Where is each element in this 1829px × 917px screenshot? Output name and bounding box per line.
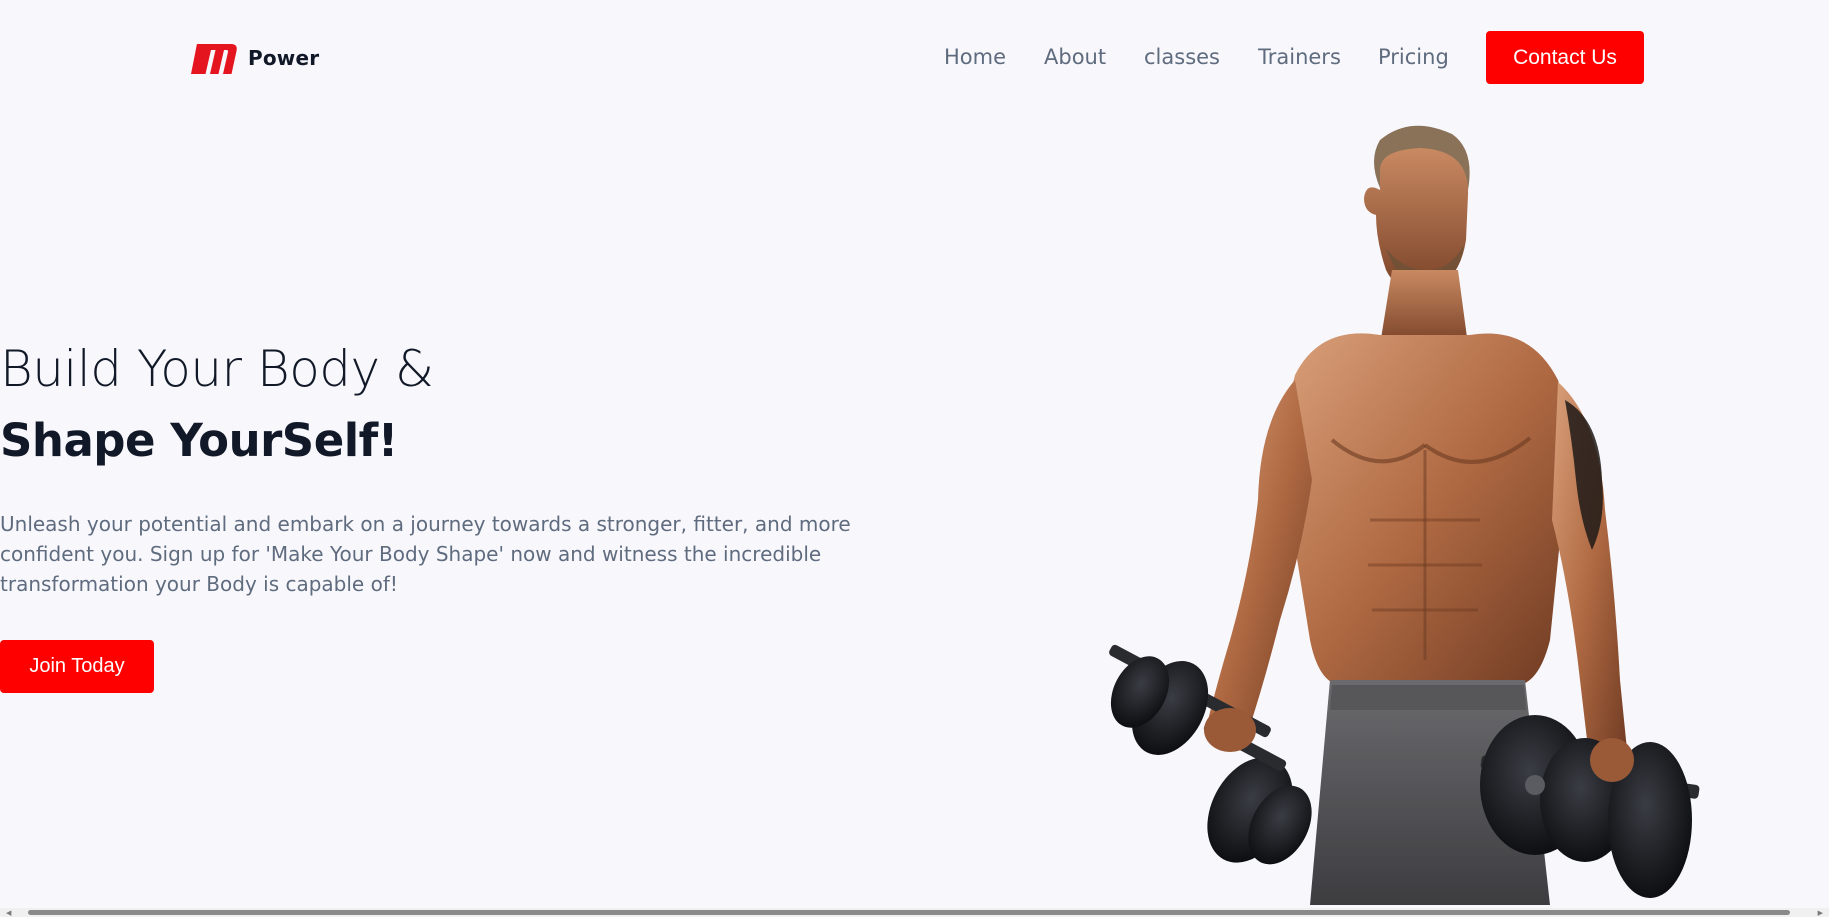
hero-title-line1: Build Your Body & bbox=[0, 340, 434, 398]
scrollbar-thumb[interactable] bbox=[28, 910, 1790, 915]
nav-link-about[interactable]: About bbox=[1044, 45, 1106, 69]
join-today-button[interactable]: Join Today bbox=[0, 640, 154, 693]
bodybuilder-with-dumbbells-image bbox=[1080, 120, 1720, 905]
scroll-right-arrow-icon[interactable]: ▶ bbox=[1818, 909, 1823, 917]
nav-link-home[interactable]: Home bbox=[944, 45, 1006, 69]
horizontal-scrollbar[interactable]: ◀ ▶ bbox=[0, 908, 1829, 917]
scroll-left-arrow-icon[interactable]: ◀ bbox=[6, 909, 11, 917]
hero-illustration bbox=[1109, 125, 1700, 905]
nav-link-trainers[interactable]: Trainers bbox=[1258, 45, 1341, 69]
nav-link-classes[interactable]: classes bbox=[1144, 45, 1220, 69]
landing-page: Power Home About classes Trainers Pricin… bbox=[0, 0, 1829, 917]
contact-us-button[interactable]: Contact Us bbox=[1486, 31, 1644, 84]
hero-title-line2: Shape YourSelf! bbox=[0, 414, 398, 467]
nav-link-pricing[interactable]: Pricing bbox=[1378, 45, 1449, 69]
hero-description: Unleash your potential and embark on a j… bbox=[0, 512, 851, 596]
